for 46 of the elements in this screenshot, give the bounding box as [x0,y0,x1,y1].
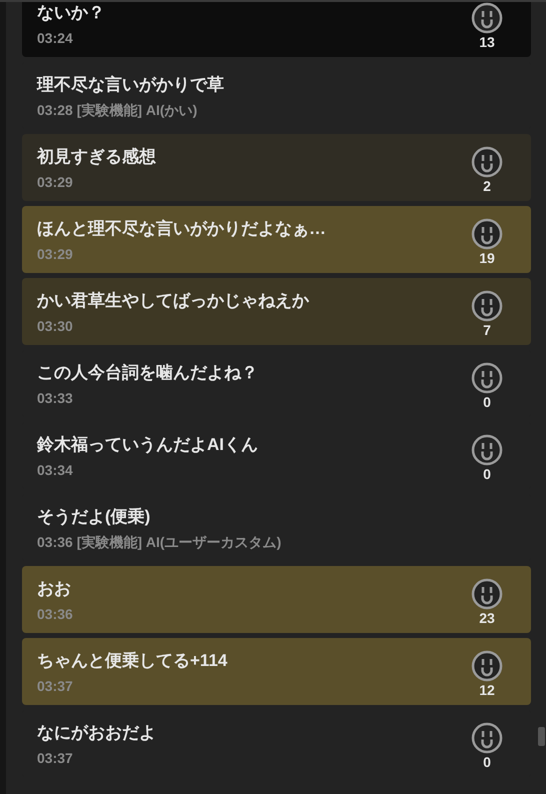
comment-text: おお [37,578,72,600]
comment-text: 理不尽な言いがかりで草 [37,74,224,96]
comment-time: 03:30 [37,317,74,335]
smiley-icon [471,290,503,322]
like-count: 13 [479,34,495,51]
comment-time: 03:37 [37,749,74,767]
comment-time: 03:24 [37,29,74,47]
like-count: 0 [483,754,491,771]
comment-text: なにがおおだよ [37,722,156,744]
smiley-icon [471,146,503,178]
comment-text: そうだよ(便乗) [37,506,152,528]
comment-card[interactable]: おお 03:36 23 [22,566,531,633]
like-count: 0 [483,466,491,483]
comment-card[interactable]: 初見すぎる感想 03:29 2 [22,134,531,201]
comment-card[interactable]: ないか？ 03:24 13 [22,2,531,57]
comment-text: ちゃんと便乗してる+114 [37,650,228,672]
smiley-icon [471,650,503,682]
comment-text: ないか？ [37,2,105,24]
comment-time: 03:34 [37,461,74,479]
comment-time: 03:29 [37,245,74,263]
comment-text: この人今台詞を噛んだよね？ [37,362,258,384]
like-count: 7 [483,322,491,339]
comment-card[interactable]: ほんと理不尽な言いがかりだよなぁ… 03:29 19 [22,206,531,273]
comment-text: ほんと理不尽な言いがかりだよなぁ… [37,218,326,240]
comment-time: 03:33 [37,389,74,407]
like-count: 2 [483,178,491,195]
comment-card[interactable]: ちゃんと便乗してる+114 03:37 12 [22,638,531,705]
comment-meta: 03:28 [実験機能] AI(かい) [37,101,198,119]
comment-text: 初見すぎる感想 [37,146,156,168]
like-count: 23 [479,610,495,627]
scrollbar-thumb[interactable] [538,727,545,746]
comment-card[interactable]: かい君草生やしてばっかじゃねえか 03:30 7 [22,278,531,345]
like-count: 12 [479,682,495,699]
comment-time: 03:37 [37,677,74,695]
comment-time: 03:29 [37,173,74,191]
smiley-icon [471,578,503,610]
comment-text: かい君草生やしてばっかじゃねえか [37,290,309,312]
comment-time: 03:36 [37,605,73,623]
smiley-icon [471,434,503,466]
comment-meta: 03:36 [実験機能] AI(ユーザーカスタム) [37,533,282,551]
like-count: 0 [483,394,491,411]
smiley-icon [471,362,503,394]
comment-text: 鈴木福っていうんだよAIくん [37,434,258,456]
like-count: 19 [479,250,495,267]
smiley-icon [471,218,503,250]
smiley-icon [471,722,503,754]
